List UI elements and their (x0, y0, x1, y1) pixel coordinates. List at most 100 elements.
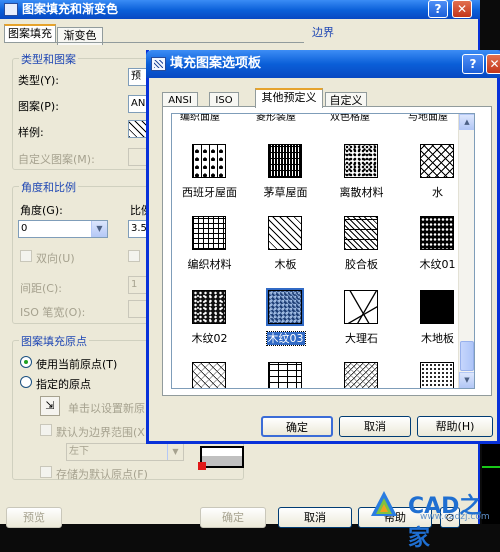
pattern-label-text: 木纹01 (419, 258, 456, 271)
scroll-thumb[interactable] (460, 341, 474, 371)
hatch-dialog-title: 图案填充和渐变色 (22, 2, 119, 16)
pattern-cell[interactable] (172, 362, 247, 388)
wood-floor-pattern-icon (420, 290, 454, 324)
type-label: 类型(Y): (18, 74, 60, 87)
app-icon (4, 3, 18, 16)
pattern-label: 图案(P): (18, 100, 59, 113)
iso-pen-select (128, 300, 148, 318)
pattern-cell[interactable]: 木纹02 (172, 290, 247, 364)
sample-swatch[interactable] (128, 120, 148, 138)
cad-home-logo: CAD之家 www.cadzj.com (368, 488, 500, 551)
spanish-roof-pattern-icon (192, 144, 226, 178)
pattern-label-text: 胶合板 (345, 258, 378, 271)
pattern-label-text: 水 (432, 186, 443, 199)
store-default-label: 存储为默认原点(F) (56, 468, 148, 481)
pattern-cell[interactable]: 木板 (248, 216, 323, 290)
pattern-cell[interactable]: 胶合板 (324, 216, 399, 290)
pattern-label: 木纹03 (248, 330, 323, 346)
relative-checkbox[interactable] (128, 250, 140, 262)
hatch-dialog-titlebar[interactable]: 图案填充和渐变色 ? ✕ (0, 0, 480, 19)
chevron-down-icon: ▼ (167, 444, 183, 460)
back-cancel-button[interactable]: 取消 (278, 507, 352, 528)
click-set-origin-label: 单击以设置新原 (68, 402, 145, 415)
pattern-scrollbar[interactable]: ▲ ▼ (458, 114, 474, 388)
tab-divider (4, 42, 304, 43)
scroll-down-icon[interactable]: ▼ (459, 372, 474, 388)
specified-origin-radio[interactable] (20, 376, 32, 388)
pattern-label-text: 大理石 (345, 332, 378, 345)
pattern-cell[interactable]: 茅草屋面 (248, 144, 323, 218)
thatch-roof-pattern-icon (268, 144, 302, 178)
default-extent-checkbox[interactable] (40, 424, 52, 436)
pattern-label-text: 木板 (274, 258, 297, 271)
pattern-label: 编织材料 (172, 256, 247, 272)
use-current-origin-label: 使用当前原点(T) (36, 358, 118, 371)
top-row-label: 编织面屋 (180, 113, 220, 123)
close-icon[interactable]: ✕ (452, 0, 472, 18)
pattern-cell[interactable]: 编织材料 (172, 216, 247, 290)
gravel-pattern-icon (344, 144, 378, 178)
type-select[interactable]: 预 (128, 68, 148, 86)
palette-close-icon[interactable]: ✕ (486, 54, 500, 74)
pattern-select[interactable]: AN (128, 95, 148, 113)
pattern-cell[interactable]: 大理石 (324, 290, 399, 364)
help-icon[interactable]: ? (428, 0, 448, 18)
hatch-palette-dialog: 填充图案选项板 ? ✕ ANSI ISO 其他预定义 自定义 编织面屋 菱形装屋… (146, 50, 500, 444)
use-current-origin-radio[interactable] (20, 356, 32, 368)
angle-select[interactable]: 0 ▼ (18, 220, 108, 238)
water-pattern-icon (420, 144, 454, 178)
spacing-input: 1 (128, 276, 148, 294)
store-default-checkbox[interactable] (40, 466, 52, 478)
palette-help-icon[interactable]: ? (462, 54, 484, 74)
logo-url: www.cadzj.com (420, 512, 490, 522)
back-ok-button[interactable]: 确定 (200, 507, 266, 528)
boundary-group-title: 边界 (312, 26, 334, 39)
plywood-pattern-icon (344, 216, 378, 250)
double-checkbox[interactable] (20, 250, 32, 262)
pattern-label-text: 木纹02 (191, 332, 228, 345)
tab-hatch[interactable]: 图案填充 (4, 24, 56, 42)
pattern-cell[interactable]: 离散材料 (324, 144, 399, 218)
sample-label: 样例: (18, 126, 44, 139)
pattern-label-text: 茅草屋面 (263, 186, 308, 199)
pattern-label: 大理石 (324, 330, 399, 346)
scroll-up-icon[interactable]: ▲ (459, 114, 474, 130)
top-row-label: 菱形装屋 (256, 113, 296, 123)
dots-pattern-icon (420, 362, 454, 388)
pattern-cell[interactable] (248, 362, 323, 388)
wood-grain-03-pattern-icon (266, 288, 304, 326)
top-row-label: 与地面屋 (408, 113, 448, 123)
pick-point-icon[interactable]: ⇲ (40, 396, 60, 416)
pattern-label: 西班牙屋面 (172, 184, 247, 200)
preview-button[interactable]: 预览 (6, 507, 62, 528)
palette-help-button[interactable]: 帮助(H) (417, 416, 493, 437)
hatch-origin-title: 图案填充原点 (19, 333, 89, 349)
pattern-label-text: 离散材料 (339, 186, 384, 199)
pattern-cell-selected[interactable]: 木纹03 (248, 288, 323, 364)
palette-title: 填充图案选项板 (170, 56, 262, 71)
pattern-cell[interactable] (324, 362, 399, 388)
extent-select: 左下 ▼ (66, 443, 184, 461)
wood-grain-01-pattern-icon (420, 216, 454, 250)
pattern-pane: 编织面屋 菱形装屋 双色格屋 与地面屋 西班牙屋面 茅草屋面 离散材料 水 编织… (162, 106, 492, 396)
pattern-cell[interactable]: 西班牙屋面 (172, 144, 247, 218)
triangle-pattern-icon (192, 362, 226, 388)
origin-preview-icon (198, 446, 244, 470)
palette-ok-button[interactable]: 确定 (261, 416, 333, 437)
pattern-label: 木纹02 (172, 330, 247, 346)
scale-select[interactable]: 3.5 (128, 220, 148, 238)
tab-other-predefined[interactable]: 其他预定义 (255, 88, 323, 108)
pattern-list: 编织面屋 菱形装屋 双色格屋 与地面屋 西班牙屋面 茅草屋面 离散材料 水 编织… (171, 113, 475, 389)
palette-titlebar[interactable]: 填充图案选项板 ? ✕ (146, 50, 500, 78)
pattern-label: 离散材料 (324, 184, 399, 200)
custom-pattern-label: 自定义图案(M): (18, 153, 95, 166)
palette-cancel-button[interactable]: 取消 (339, 416, 411, 437)
iso-pen-label: ISO 笔宽(O): (20, 306, 86, 319)
type-pattern-title: 类型和图案 (19, 51, 78, 67)
chevron-down-icon[interactable]: ▼ (91, 221, 107, 237)
default-extent-label: 默认为边界范围(X (56, 426, 145, 439)
pattern-label: 木板 (248, 256, 323, 272)
pattern-label: 胶合板 (324, 256, 399, 272)
top-row-label: 双色格屋 (330, 113, 370, 123)
specified-origin-label: 指定的原点 (36, 378, 91, 391)
